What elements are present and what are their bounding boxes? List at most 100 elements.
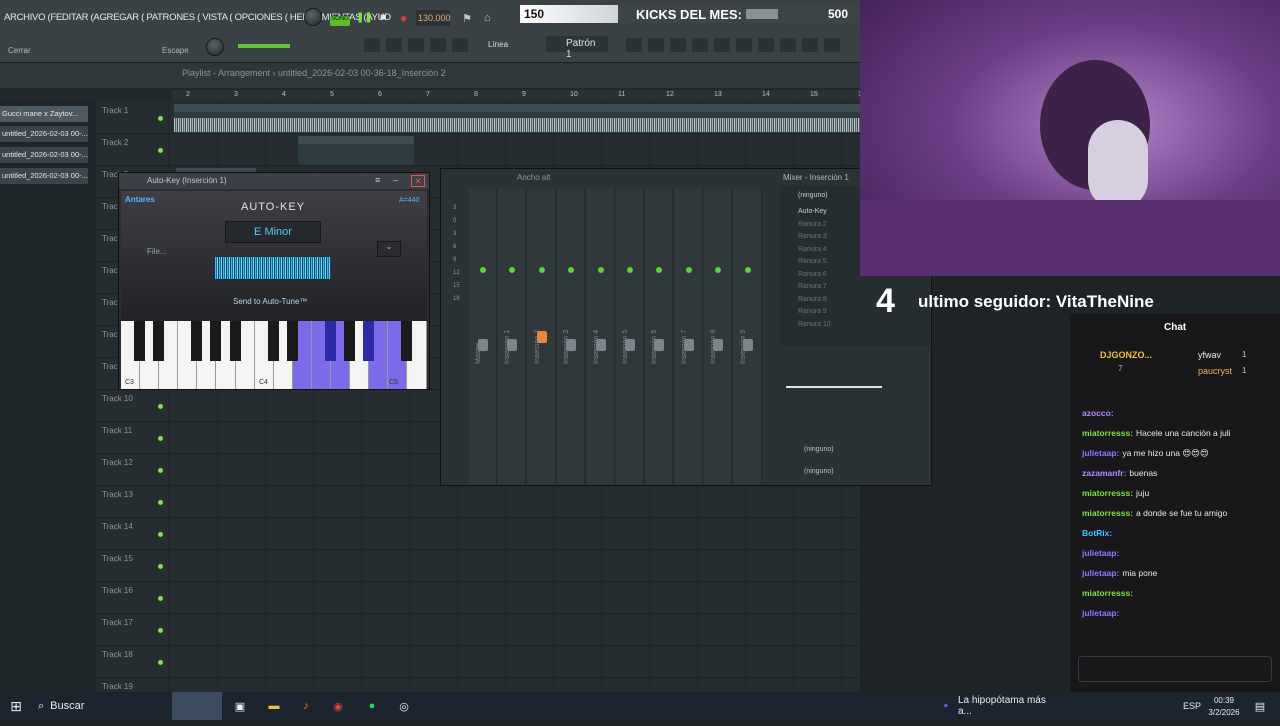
track-row[interactable]: Track 18 bbox=[96, 646, 860, 678]
black-key[interactable] bbox=[363, 321, 375, 361]
gifter-top[interactable]: DJGONZO... bbox=[1100, 350, 1152, 360]
mixer-strip[interactable]: Inserción 4 bbox=[586, 189, 615, 485]
black-key[interactable] bbox=[286, 321, 298, 361]
slot-pan[interactable] bbox=[786, 386, 882, 388]
send-to-autotune-button[interactable]: Send to Auto-Tune™ bbox=[233, 297, 307, 306]
strip-enable-led[interactable] bbox=[509, 267, 516, 273]
stop-button[interactable]: ■ bbox=[380, 12, 386, 23]
menu-icon[interactable]: ≡ bbox=[375, 175, 380, 185]
weather-widget-icon[interactable] bbox=[172, 692, 222, 720]
grid-icon[interactable] bbox=[364, 38, 380, 52]
black-key[interactable] bbox=[134, 321, 145, 361]
chat-username[interactable]: miatorresss: bbox=[1082, 508, 1133, 518]
export-icon[interactable] bbox=[802, 38, 818, 52]
track-mute-led[interactable] bbox=[158, 564, 163, 569]
mixer-strip[interactable]: Inserción 9 bbox=[733, 189, 762, 485]
mixer-strip[interactable]: Inserción 3 bbox=[557, 189, 586, 485]
track-mute-led[interactable] bbox=[158, 660, 163, 665]
strip-enable-led[interactable] bbox=[568, 267, 575, 273]
browser-item[interactable]: untitled_2026-02-03 00-... bbox=[0, 168, 88, 184]
chevron-down-icon[interactable]: ⌄ bbox=[377, 241, 401, 257]
search-box[interactable]: ⌕ Buscar bbox=[38, 692, 158, 720]
piano-keyboard[interactable]: C3 C4 C5 bbox=[121, 321, 427, 389]
black-key[interactable] bbox=[191, 321, 203, 361]
black-key[interactable] bbox=[229, 321, 241, 361]
song-mode-toggle[interactable]: SONG bbox=[330, 16, 350, 26]
mixer-icon[interactable] bbox=[692, 38, 708, 52]
strip-fader[interactable] bbox=[742, 339, 753, 351]
track-row[interactable]: Track 15 bbox=[96, 550, 860, 582]
pitch-knob[interactable] bbox=[206, 38, 224, 56]
effect-slot[interactable]: Ranura 3 bbox=[798, 233, 827, 240]
strip-enable-led[interactable] bbox=[597, 267, 604, 273]
stamp-icon[interactable] bbox=[452, 38, 468, 52]
strip-enable-led[interactable] bbox=[715, 267, 722, 273]
chat-username[interactable]: miatorresss: bbox=[1082, 588, 1133, 598]
pencil-icon[interactable] bbox=[408, 38, 424, 52]
output-select-1[interactable]: (ninguno) bbox=[804, 446, 834, 453]
chat-input[interactable] bbox=[1078, 656, 1272, 682]
explorer-icon[interactable]: ▬ bbox=[264, 692, 284, 720]
track-mute-led[interactable] bbox=[158, 404, 163, 409]
playlist-icon[interactable] bbox=[626, 38, 642, 52]
file-button[interactable]: File... bbox=[147, 247, 167, 256]
chat-username[interactable]: miatorresss: bbox=[1082, 428, 1133, 438]
task-view-icon[interactable]: ▣ bbox=[230, 692, 250, 720]
output-select-2[interactable]: (ninguno) bbox=[804, 468, 834, 475]
chat-username[interactable]: julietaap: bbox=[1082, 548, 1119, 558]
mixer-strip[interactable]: Inserción 7 bbox=[674, 189, 703, 485]
browser-item[interactable]: untitled_2026-02-03 00-... bbox=[0, 147, 88, 163]
effect-slot[interactable]: Ranura 5 bbox=[798, 258, 827, 265]
track-mute-led[interactable] bbox=[158, 116, 163, 121]
chat-username[interactable]: julietaap: bbox=[1082, 608, 1119, 618]
effect-slot[interactable]: Ranura 10 bbox=[798, 321, 831, 328]
strip-enable-led[interactable] bbox=[656, 267, 663, 273]
strip-fader[interactable] bbox=[683, 339, 694, 351]
chat-username[interactable]: miatorresss: bbox=[1082, 488, 1133, 498]
black-key[interactable] bbox=[325, 321, 336, 361]
start-icon[interactable]: ⊞ bbox=[0, 692, 32, 720]
effect-slot[interactable]: Ranura 4 bbox=[798, 246, 827, 253]
master-pitch-slider[interactable] bbox=[238, 44, 290, 48]
strip-fader[interactable] bbox=[507, 339, 518, 351]
strip-enable-led[interactable] bbox=[627, 267, 633, 273]
slot-header[interactable]: (ninguno) bbox=[798, 192, 828, 199]
metronome-icon[interactable]: ⚑ bbox=[462, 12, 472, 25]
play-button[interactable]: ❚❚ bbox=[356, 12, 373, 23]
app-icon[interactable]: ◎ bbox=[394, 692, 414, 720]
effect-slot[interactable]: Ranura 7 bbox=[798, 283, 827, 290]
news-widget[interactable]: La hipopótama más a... bbox=[958, 692, 1058, 720]
minimize-icon[interactable]: – bbox=[393, 175, 398, 185]
track-row[interactable]: Track 17 bbox=[96, 614, 860, 646]
spotify-icon[interactable]: ● bbox=[362, 692, 382, 720]
strip-enable-led[interactable] bbox=[685, 267, 692, 273]
mixer-strip[interactable]: Inserción 1 bbox=[498, 189, 527, 485]
track-mute-led[interactable] bbox=[158, 500, 163, 505]
key-display[interactable]: E Minor bbox=[225, 221, 321, 243]
channel-rack-icon[interactable] bbox=[670, 38, 686, 52]
track-row[interactable]: Track 13 bbox=[96, 486, 860, 518]
black-key[interactable] bbox=[210, 321, 222, 361]
strip-fader[interactable] bbox=[536, 331, 547, 343]
chat-username[interactable]: julietaap: bbox=[1082, 448, 1119, 458]
effect-slot[interactable]: Ranura 8 bbox=[798, 296, 827, 303]
strip-fader[interactable] bbox=[478, 339, 488, 351]
mixer-strip[interactable]: Inserción 2 bbox=[527, 189, 556, 485]
mixer-strip[interactable]: Inserción 5 bbox=[616, 189, 644, 485]
obs-icon[interactable]: ◉ bbox=[328, 692, 348, 720]
track-row[interactable]: Track 14 bbox=[96, 518, 860, 550]
patcher-icon[interactable] bbox=[714, 38, 730, 52]
strip-fader[interactable] bbox=[566, 339, 577, 351]
browser-item[interactable]: untitled_2026-02-03 00-... bbox=[0, 126, 88, 142]
link-icon[interactable] bbox=[430, 38, 446, 52]
browser-item[interactable]: Gucci mane x Zaytov... bbox=[0, 106, 88, 122]
wait-icon[interactable]: ⌂ bbox=[484, 12, 491, 24]
track-row[interactable]: Track 1 bbox=[96, 102, 860, 134]
chat-username[interactable]: zazamanfr: bbox=[1082, 468, 1126, 478]
master-volume-knob[interactable] bbox=[304, 8, 322, 26]
news-icon[interactable]: ▪ bbox=[938, 692, 954, 720]
track-mute-led[interactable] bbox=[158, 468, 163, 473]
strip-fader[interactable] bbox=[713, 339, 724, 351]
record-button[interactable]: ● bbox=[400, 11, 407, 25]
pattern-select[interactable]: Patrón 1 bbox=[546, 36, 608, 60]
